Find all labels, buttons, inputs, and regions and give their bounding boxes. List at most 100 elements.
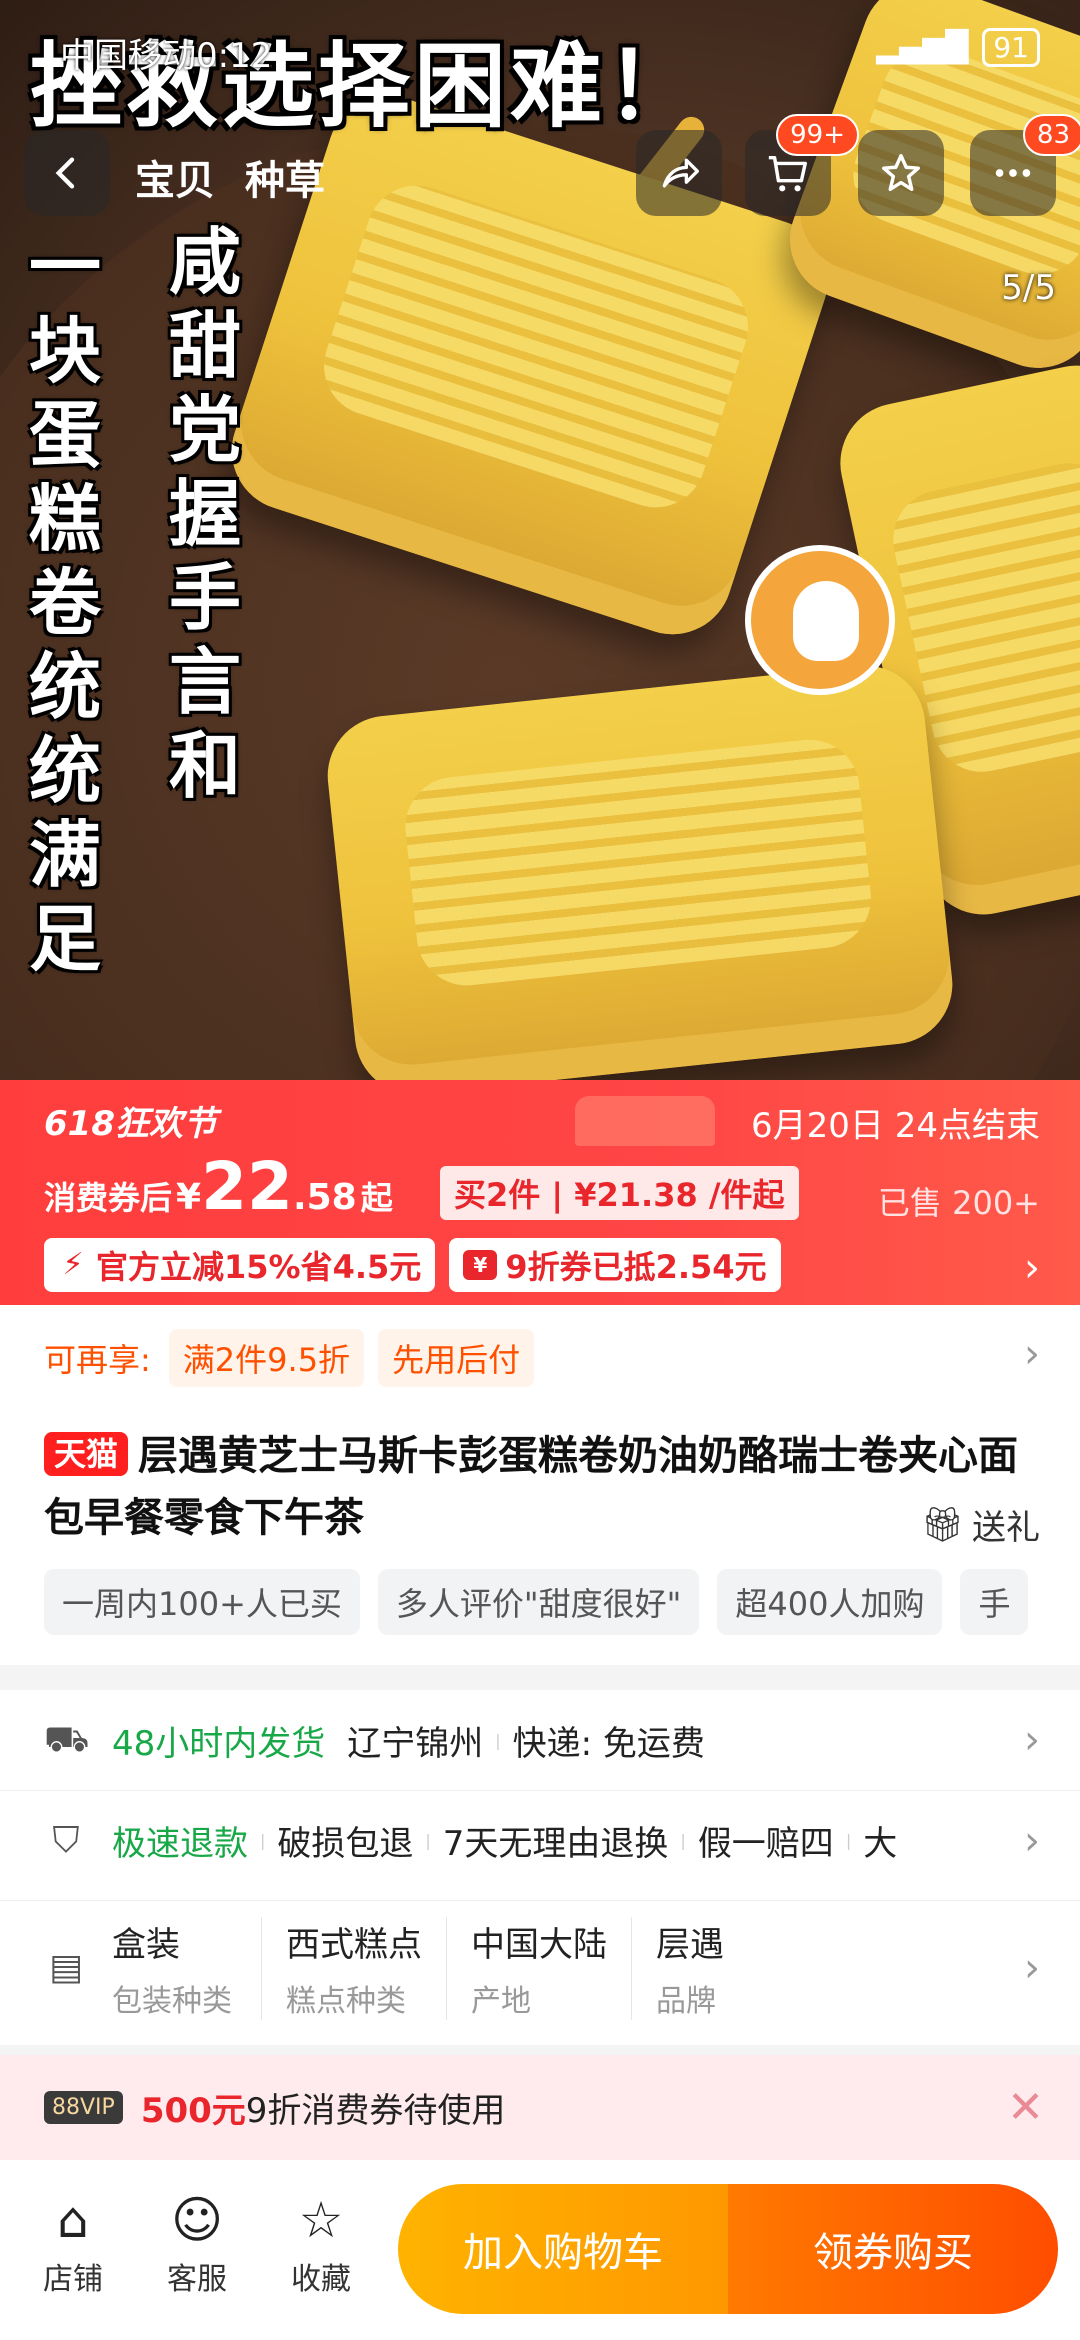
bottom-action-bar: ⌂ 店铺 ☺ 客服 ☆ 收藏 加入购物车 领券购买 (0, 2160, 1080, 2340)
shield-icon: ⛉ (52, 1819, 80, 1861)
product-title[interactable]: 天猫 层遇黄芝士马斯卡彭蛋糕卷奶油奶酪瑞士卷夹心面包早餐零食下午茶 (44, 1425, 1034, 1549)
service-section: ⛟ 48小时内发货 辽宁锦州 | 快递: 免运费 › ⛉ 极速退款 | 破损包退… (0, 1690, 1080, 2045)
chat-face-icon: ☺ (170, 2191, 224, 2249)
star-icon: ☆ (298, 2191, 344, 2249)
price-decimal: .58 (292, 1177, 357, 1218)
battery-icon: 91 (982, 28, 1040, 67)
price-label: 消费券后 (44, 1179, 173, 1217)
social-tag: 手 (960, 1569, 1029, 1635)
price: 消费券后 ¥ 22 .58 起 (44, 1148, 393, 1225)
shop-label: 店铺 (43, 2262, 103, 2297)
service-label: 客服 (167, 2262, 227, 2297)
buy-with-coupon-button[interactable]: 领券购买 (728, 2184, 1058, 2314)
coupon-chip: ¥ 9折券已抵2.54元 (449, 1238, 781, 1292)
ad-slogan-mid: 咸甜党握手言和 (168, 220, 241, 808)
message-count-badge: 83 (1022, 114, 1080, 156)
attr-value: 中国大陆 (471, 1924, 607, 1965)
tmall-cat-icon (575, 1096, 715, 1146)
attr-value: 层遇 (656, 1924, 724, 1965)
attr-key: 品牌 (656, 1983, 716, 2019)
collect-button[interactable]: ☆ 收藏 (276, 2190, 366, 2298)
chevron-right-icon: › (1024, 1945, 1040, 1991)
guarantee-item: 假一赔四 (697, 1824, 834, 1864)
chevron-right-icon: › (1024, 1817, 1040, 1864)
attr-key: 糕点种类 (286, 1983, 406, 2019)
chevron-left-icon (55, 157, 75, 189)
truck-icon: ⛟ (44, 1719, 90, 1760)
signal-icon: ▂▄▆█ (876, 30, 969, 65)
lightning-icon: ⚡ (62, 1247, 84, 1282)
official-discount-chip: ⚡ 官方立减15%省4.5元 (44, 1238, 436, 1292)
benefits-label: 可再享: (44, 1341, 151, 1379)
gift-label: 送礼 (972, 1508, 1040, 1548)
attr-key: 产地 (471, 1983, 531, 2019)
vip-amount: 500元 (140, 2091, 246, 2131)
attr-category: 西式糕点 糕点种类 (262, 1916, 447, 2020)
benefit-tag: 满2件9.5折 (168, 1329, 365, 1387)
official-discount-text: 官方立减15%省4.5元 (96, 1248, 422, 1286)
back-button[interactable] (24, 130, 110, 216)
social-tag: 多人评价"甜度很好" (377, 1569, 700, 1635)
vip-coupon-bar[interactable]: 88VIP 500元9折消费券待使用 ✕ (0, 2055, 1080, 2160)
promo-end-time: 6月20日 24点结束 (751, 1106, 1040, 1146)
tab-grass[interactable]: 种草 (245, 148, 325, 206)
price-integer: 22 (201, 1148, 293, 1225)
share-button[interactable] (636, 130, 722, 216)
top-nav: 宝贝 种草 99+ 83 (0, 114, 1080, 220)
params-row[interactable]: ▤ 盒装 包装种类 西式糕点 糕点种类 中国大陆 产地 层遇 品牌 › (0, 1900, 1080, 2035)
favorite-button[interactable] (858, 130, 944, 216)
ship-time: 48小时内发货 (112, 1723, 326, 1764)
gift-button[interactable]: 🎁︎ 送礼 (921, 1500, 1040, 1549)
benefit-tag: 先用后付 (378, 1329, 535, 1387)
product-title-text: 层遇黄芝士马斯卡彭蛋糕卷奶油奶酪瑞士卷夹心面包早餐零食下午茶 (44, 1433, 1019, 1541)
more-button[interactable]: 83 (970, 114, 1080, 216)
share-icon (662, 158, 699, 188)
store-icon: ⌂ (57, 2191, 89, 2249)
cart-count-badge: 99+ (776, 114, 859, 156)
promo-banner[interactable]: 618狂欢节 6月20日 24点结束 消费券后 ¥ 22 .58 起 买2件 |… (0, 1080, 1080, 1305)
close-icon[interactable]: ✕ (1007, 2082, 1044, 2133)
cake-roll-graphic (321, 659, 959, 1080)
chevron-right-icon: › (1024, 1331, 1040, 1377)
guarantee-row[interactable]: ⛉ 极速退款 | 破损包退 | 7天无理由退换 | 假一赔四 | 大 › (0, 1790, 1080, 1890)
social-proof-tags: 一周内100+人已买 多人评价"甜度很好" 超400人加购 手 (44, 1569, 1029, 1635)
guarantee-item: 7天无理由退换 (442, 1824, 669, 1864)
product-info: 可再享: 满2件9.5折 先用后付 › 天猫 层遇黄芝士马斯卡彭蛋糕卷奶油奶酪瑞士… (0, 1305, 1080, 1665)
clipboard-icon: ▤ (48, 1947, 83, 1988)
guarantee-item: 大 (863, 1824, 898, 1864)
cart-button[interactable]: 99+ (745, 114, 859, 216)
currency-symbol: ¥ (176, 1177, 202, 1218)
carrier-label: 中国移动0:12 (60, 36, 273, 76)
cart-icon (768, 155, 807, 192)
chevron-right-icon: › (1024, 1717, 1040, 1763)
price-suffix: 起 (360, 1179, 393, 1217)
tab-item[interactable]: 宝贝 (135, 148, 215, 206)
social-tag: 一周内100+人已买 (44, 1569, 360, 1635)
ad-slogan-left: 一块蛋糕卷统统满足 (28, 225, 101, 981)
vip-desc: 9折消费券待使用 (245, 2091, 506, 2131)
collect-label: 收藏 (291, 2262, 351, 2297)
attr-key: 包装种类 (112, 1983, 232, 2019)
guarantee-item: 破损包退 (277, 1824, 414, 1864)
attr-packaging: 盒装 包装种类 (112, 1916, 262, 2020)
social-tag: 超400人加购 (717, 1569, 943, 1635)
extra-benefits[interactable]: 可再享: 满2件9.5折 先用后付 (44, 1329, 535, 1387)
ship-origin: 辽宁锦州 (347, 1723, 484, 1764)
add-to-cart-button[interactable]: 加入购物车 (398, 2184, 728, 2314)
coupon-text: 9折券已抵2.54元 (505, 1248, 767, 1286)
tmall-badge: 天猫 (44, 1432, 129, 1476)
vip-coupon-text: 500元9折消费券待使用 (141, 2083, 506, 2132)
attr-value: 盒装 (112, 1924, 180, 1965)
sold-count: 已售 200+ (877, 1184, 1040, 1222)
attr-value: 西式糕点 (286, 1924, 422, 1965)
image-counter: 5/5 (1001, 268, 1056, 308)
customer-service-button[interactable]: ☺ 客服 (152, 2190, 242, 2298)
chevron-right-icon: › (1024, 1245, 1040, 1291)
shop-button[interactable]: ⌂ 店铺 (28, 2190, 118, 2298)
star-icon (882, 154, 920, 192)
shipping-row[interactable]: ⛟ 48小时内发货 辽宁锦州 | 快递: 免运费 › (0, 1690, 1080, 1790)
festival-label: 618狂欢节 (44, 1104, 217, 1144)
multi-buy-price: 买2件 | ¥21.38 /件起 (440, 1166, 799, 1220)
coupon-icon: ¥ (463, 1250, 498, 1280)
attr-origin: 中国大陆 产地 (447, 1916, 632, 2020)
